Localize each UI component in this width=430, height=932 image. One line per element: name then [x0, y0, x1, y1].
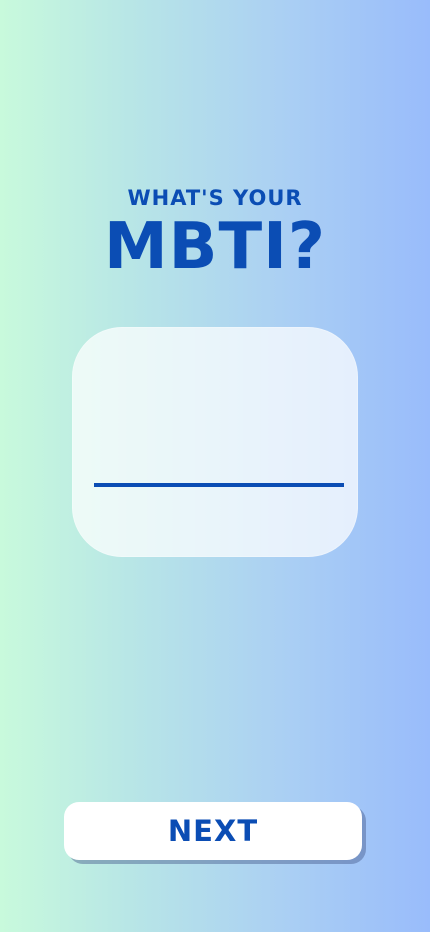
headline-small: WHAT'S YOUR [127, 186, 303, 210]
mbti-screen: WHAT'S YOUR MBTI? NEXT [0, 0, 430, 932]
next-button[interactable]: NEXT [64, 802, 362, 860]
mbti-input[interactable] [94, 443, 344, 487]
page-title: WHAT'S YOUR MBTI? [0, 184, 430, 284]
headline-large: MBTI? [103, 210, 327, 284]
mbti-input-card [72, 327, 358, 557]
